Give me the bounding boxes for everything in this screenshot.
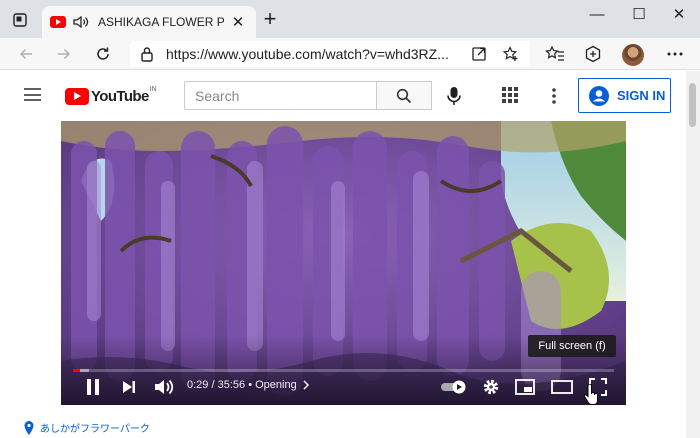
speaker-icon[interactable] bbox=[72, 14, 90, 30]
collections-icon[interactable] bbox=[582, 43, 604, 65]
account-icon bbox=[589, 85, 609, 106]
lock-icon[interactable] bbox=[138, 45, 156, 63]
back-icon[interactable] bbox=[14, 42, 38, 66]
settings-button[interactable] bbox=[479, 375, 503, 399]
progress-bar[interactable] bbox=[73, 369, 614, 372]
apps-grid-icon[interactable] bbox=[502, 87, 518, 103]
mouse-cursor-icon bbox=[583, 384, 598, 405]
location-text[interactable]: あしかがフラワーパーク bbox=[40, 420, 150, 435]
theater-mode-icon bbox=[551, 380, 573, 394]
youtube-wordmark: YouTube bbox=[91, 87, 149, 105]
favorites-icon[interactable] bbox=[544, 43, 566, 65]
miniplayer-button[interactable] bbox=[513, 375, 537, 399]
youtube-logo[interactable]: YouTube IN bbox=[65, 86, 157, 106]
forward-icon[interactable] bbox=[52, 42, 76, 66]
search-button[interactable] bbox=[376, 81, 432, 110]
open-in-app-icon[interactable] bbox=[470, 45, 488, 63]
region-code: IN bbox=[149, 85, 157, 93]
autoplay-icon bbox=[441, 380, 466, 394]
scrollbar-thumb[interactable] bbox=[689, 83, 696, 127]
address-bar[interactable]: https://www.youtube.com/watch?v=whd3RZ..… bbox=[130, 41, 530, 67]
microphone-icon[interactable] bbox=[444, 85, 464, 107]
theater-mode-button[interactable] bbox=[549, 375, 575, 399]
sign-in-label: SIGN IN bbox=[617, 88, 666, 103]
pause-icon bbox=[87, 379, 99, 395]
refresh-icon[interactable] bbox=[91, 42, 115, 66]
youtube-play-logo-icon bbox=[65, 87, 89, 105]
gear-icon bbox=[483, 379, 499, 395]
maximize-button[interactable]: ☐ bbox=[626, 4, 652, 24]
fullscreen-tooltip: Full screen (f) bbox=[528, 335, 616, 357]
next-button[interactable] bbox=[117, 375, 141, 399]
miniplayer-icon bbox=[515, 379, 535, 395]
chevron-right-icon[interactable] bbox=[302, 380, 310, 390]
browser-titlebar: ASHIKAGA FLOWER PARK 2 ✕ + — ☐ ✕ bbox=[0, 0, 700, 38]
search-input[interactable]: Search bbox=[184, 81, 376, 110]
volume-button[interactable] bbox=[151, 375, 177, 399]
pause-button[interactable] bbox=[81, 375, 105, 399]
sign-in-button[interactable]: SIGN IN bbox=[578, 78, 671, 113]
chapter-title[interactable]: Opening bbox=[255, 379, 297, 391]
hamburger-menu-icon[interactable] bbox=[24, 88, 41, 101]
tab-actions-icon[interactable] bbox=[8, 9, 32, 31]
youtube-favicon bbox=[50, 16, 66, 28]
tab-title: ASHIKAGA FLOWER PARK 2 bbox=[98, 15, 224, 29]
browser-toolbar: https://www.youtube.com/watch?v=whd3RZ..… bbox=[0, 38, 700, 70]
browser-menu-icon[interactable] bbox=[664, 43, 686, 65]
add-favorite-icon[interactable] bbox=[502, 45, 520, 63]
volume-icon bbox=[155, 379, 174, 395]
new-tab-button[interactable]: + bbox=[260, 8, 280, 30]
autoplay-toggle[interactable] bbox=[439, 375, 469, 399]
chapter-separator: • bbox=[248, 379, 253, 391]
time-separator: / bbox=[211, 379, 215, 391]
search-icon bbox=[396, 88, 412, 103]
more-options-icon[interactable] bbox=[544, 85, 564, 107]
close-window-button[interactable]: ✕ bbox=[666, 4, 692, 24]
page-scrollbar[interactable] bbox=[686, 71, 700, 438]
played-bar bbox=[73, 369, 81, 372]
current-time: 0:29 bbox=[187, 379, 209, 391]
location-link[interactable]: あしかがフラワーパーク bbox=[24, 420, 150, 435]
duration: 35:56 bbox=[217, 379, 246, 391]
url-text[interactable]: https://www.youtube.com/watch?v=whd3RZ..… bbox=[166, 46, 449, 62]
close-tab-icon[interactable]: ✕ bbox=[230, 13, 246, 31]
video-player[interactable]: 0:29 / 35:56 • Opening bbox=[61, 121, 626, 405]
minimize-button[interactable]: — bbox=[584, 4, 610, 24]
location-pin-icon bbox=[24, 420, 34, 435]
profile-avatar[interactable] bbox=[622, 44, 644, 66]
time-display: 0:29 / 35:56 • Opening bbox=[187, 379, 310, 391]
browser-tab-active[interactable]: ASHIKAGA FLOWER PARK 2 ✕ bbox=[42, 6, 256, 38]
next-icon bbox=[123, 381, 135, 393]
